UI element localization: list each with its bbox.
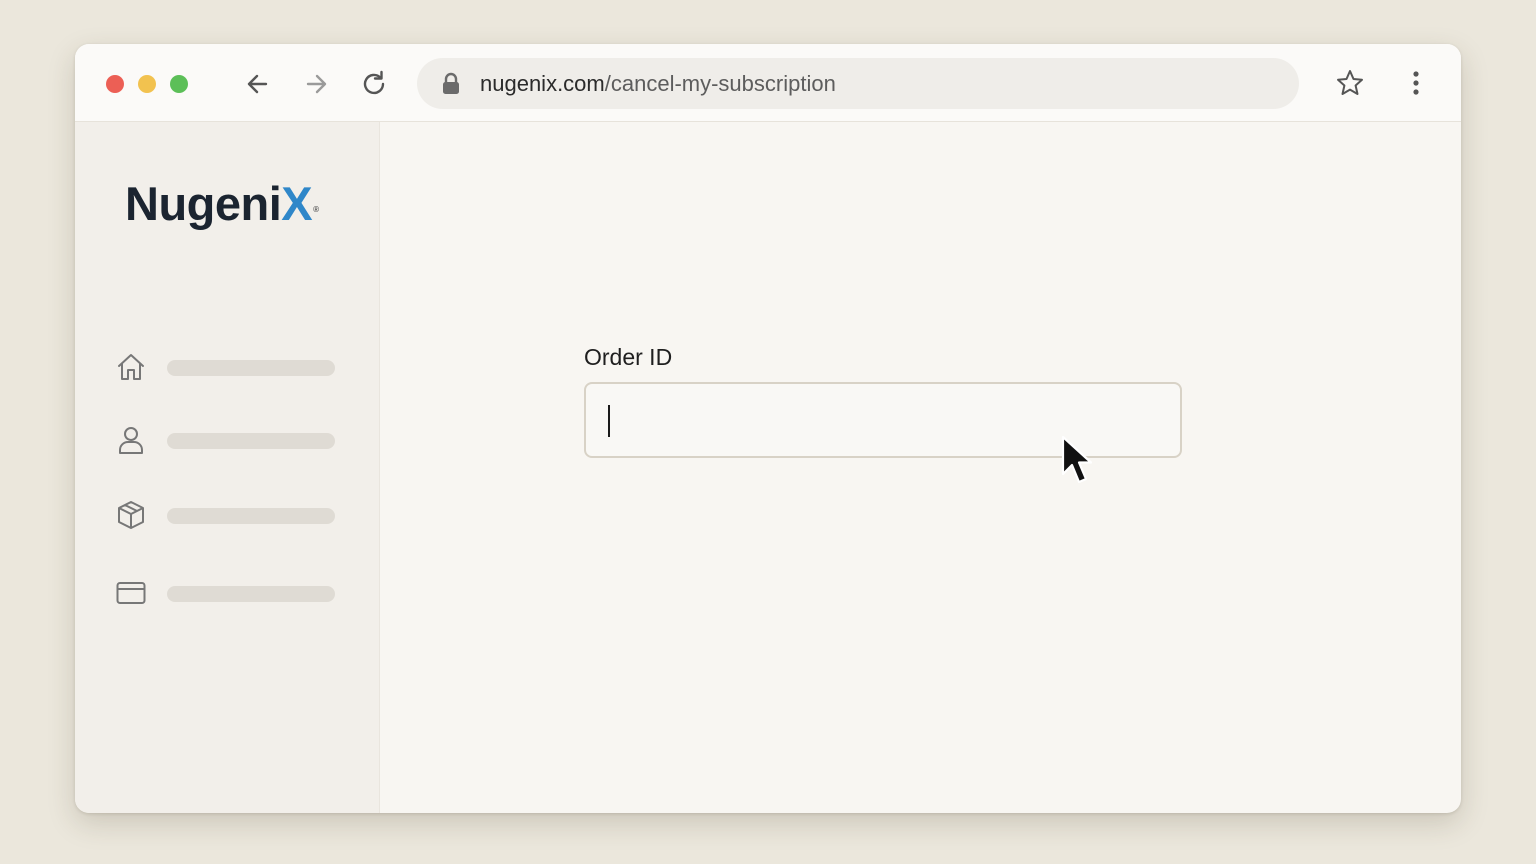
sidebar-item-orders[interactable] [115, 499, 335, 531]
star-icon [1337, 70, 1363, 95]
home-icon [118, 354, 144, 380]
sidebar-item-placeholder [167, 433, 335, 449]
box-icon [118, 501, 144, 529]
browser-menu-button[interactable] [1401, 68, 1431, 103]
sidebar-item-billing[interactable] [115, 577, 335, 609]
reload-button[interactable] [358, 68, 390, 100]
forward-arrow-icon [306, 74, 327, 94]
registered-mark: ® [313, 205, 319, 214]
user-icon [119, 427, 143, 454]
kebab-menu-icon [1413, 71, 1419, 95]
sidebar-item-placeholder [167, 508, 335, 524]
order-id-label: Order ID [584, 344, 673, 370]
browser-toolbar: nugenix.com/cancel-my-subscription [75, 44, 1461, 122]
forward-button[interactable] [300, 68, 332, 100]
text-caret [608, 405, 610, 437]
back-button[interactable] [242, 68, 274, 100]
sidebar-item-account[interactable] [115, 424, 335, 456]
browser-window: nugenix.com/cancel-my-subscription Nugen… [75, 44, 1461, 813]
logo-accent-letter: X [281, 177, 313, 230]
logo-text: Nugeni [125, 177, 282, 230]
maximize-window-button[interactable] [170, 75, 188, 93]
address-bar[interactable]: nugenix.com/cancel-my-subscription [417, 58, 1299, 109]
sidebar: NugeniX® [75, 122, 380, 813]
sidebar-item-placeholder [167, 586, 335, 602]
sidebar-item-home[interactable] [115, 351, 335, 383]
close-window-button[interactable] [106, 75, 124, 93]
reload-icon [363, 70, 385, 95]
mouse-pointer-icon [1061, 435, 1093, 484]
bookmark-button[interactable] [1335, 68, 1365, 103]
sidebar-item-placeholder [167, 360, 335, 376]
back-arrow-icon [247, 74, 268, 94]
url-domain: nugenix.com [480, 71, 605, 96]
nugenix-logo[interactable]: NugeniX® [125, 176, 319, 232]
url-path: /cancel-my-subscription [604, 71, 836, 96]
minimize-window-button[interactable] [138, 75, 156, 93]
lock-icon [443, 72, 459, 94]
url-text: nugenix.com/cancel-my-subscription [480, 71, 836, 97]
credit-card-icon [116, 582, 146, 604]
